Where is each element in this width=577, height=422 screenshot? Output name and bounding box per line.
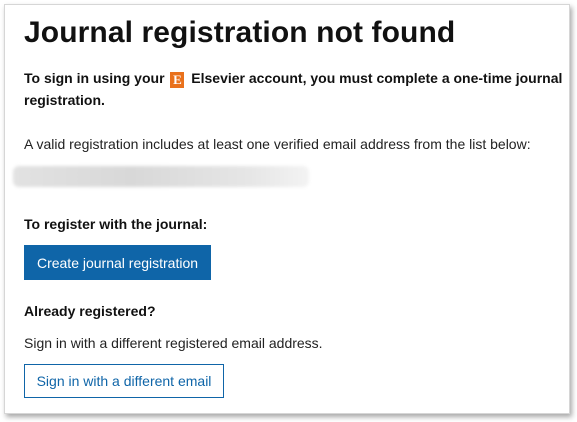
dialog-panel: Journal registration not found To sign i… bbox=[4, 4, 570, 414]
sign-in-different-email-button[interactable]: Sign in with a different email bbox=[24, 364, 224, 398]
sign-in-different-text: Sign in with a different registered emai… bbox=[24, 335, 323, 351]
page-title: Journal registration not found bbox=[24, 16, 456, 49]
elsevier-logo-icon: E bbox=[170, 72, 185, 88]
redacted-email-list bbox=[13, 166, 309, 187]
create-journal-registration-button[interactable]: Create journal registration bbox=[24, 245, 211, 280]
intro-text-start: To sign in using your bbox=[24, 70, 169, 86]
already-registered-heading: Already registered? bbox=[24, 303, 156, 319]
valid-registration-text: A valid registration includes at least o… bbox=[24, 136, 531, 152]
intro-text: To sign in using your E Elsevier account… bbox=[24, 67, 564, 111]
register-heading: To register with the journal: bbox=[24, 216, 208, 232]
